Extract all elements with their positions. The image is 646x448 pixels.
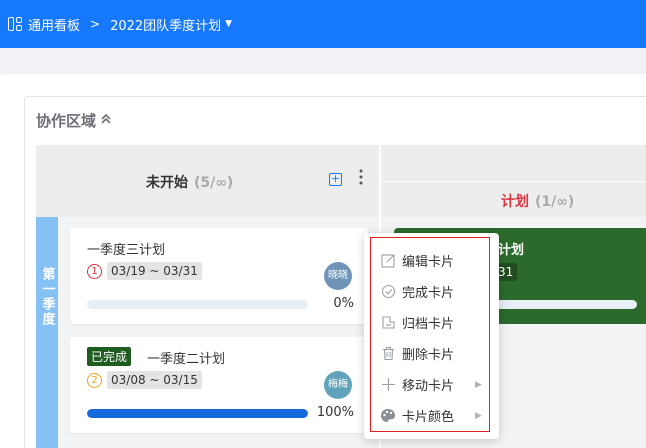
column-count: (1/∞) (535, 194, 575, 210)
breadcrumb-project[interactable]: 2022团队季度计划 (110, 15, 221, 34)
column-header-plan: 计划 (1/∞) (381, 182, 646, 217)
menu-item-archive[interactable]: 归档卡片 (364, 307, 499, 338)
area-title[interactable]: 协作区域 (36, 110, 112, 131)
progress-bar (494, 300, 637, 309)
move-icon (380, 377, 396, 393)
edit-icon (380, 253, 396, 269)
column-title: 未开始 (5/∞) (146, 172, 233, 192)
menu-item-label: 移动卡片 (402, 379, 455, 394)
progress-bar (87, 300, 308, 309)
menu-item-delete[interactable]: 删除卡片 (364, 338, 499, 369)
more-vertical-icon[interactable] (358, 169, 364, 185)
menu-item-move[interactable]: 移动卡片 ▶ (364, 369, 499, 400)
chevron-right-icon: ▶ (475, 379, 482, 390)
date-range: 03/19 ~ 03/31 (107, 262, 202, 280)
column-title-text: 未开始 (146, 175, 188, 191)
card-title: 一季度三计划 (87, 243, 166, 258)
priority-icon: 2 (87, 373, 102, 388)
breadcrumb-board[interactable]: 通用看板 (28, 15, 80, 34)
task-card[interactable]: 一季度三计划 1 03/19 ~ 03/31 晓晓 0% (70, 228, 368, 324)
menu-item-label: 删除卡片 (402, 348, 455, 363)
task-card[interactable]: 已完成 一季度二计划 2 03/08 ~ 03/15 梅梅 100% (70, 337, 368, 433)
breadcrumb-separator: > (90, 17, 101, 31)
progress-label: 0% (333, 296, 354, 311)
caret-down-icon[interactable]: ▼ (225, 19, 232, 29)
menu-item-label: 卡片颜色 (402, 410, 455, 425)
menu-item-label: 归档卡片 (402, 317, 455, 332)
priority-icon: 1 (87, 264, 102, 279)
area-title-text: 协作区域 (36, 112, 97, 130)
column-title-text: 计划 (501, 194, 529, 210)
column-title: 计划 (1/∞) (501, 191, 574, 211)
column-header-not-started: 未开始 (5/∞) + (36, 145, 379, 217)
progress-bar (87, 409, 308, 418)
menu-item-color[interactable]: 卡片颜色 ▶ (364, 400, 499, 431)
check-circle-icon (380, 284, 396, 300)
palette-icon (380, 408, 396, 424)
menu-item-complete[interactable]: 完成卡片 (364, 276, 499, 307)
column-group-header (381, 145, 646, 181)
card-context-menu: 编辑卡片 完成卡片 归档卡片 删除卡片 移动卡片 ▶ 卡片颜色 ▶ (364, 233, 499, 439)
column-count: (5/∞) (194, 175, 234, 191)
swimlane-label[interactable]: 第一季度 (36, 217, 58, 448)
chevron-right-icon: ▶ (475, 410, 482, 421)
chevron-up-icon[interactable] (100, 113, 112, 128)
menu-item-label: 完成卡片 (402, 286, 455, 301)
progress-fill (87, 409, 308, 418)
card-title: 一季度二计划 (147, 352, 226, 367)
top-bar: 通用看板 > 2022团队季度计划 ▼ (0, 0, 646, 48)
menu-item-edit[interactable]: 编辑卡片 (364, 245, 499, 276)
board-icon (8, 17, 22, 31)
menu-item-label: 编辑卡片 (402, 255, 455, 270)
card-title: 计划 (498, 243, 525, 258)
progress-label: 100% (316, 405, 354, 420)
trash-icon (380, 346, 396, 362)
avatar[interactable]: 梅梅 (324, 371, 352, 399)
date-range: 03/08 ~ 03/15 (107, 371, 202, 389)
avatar[interactable]: 晓晓 (324, 262, 352, 290)
status-badge: 已完成 (87, 347, 132, 366)
add-card-icon[interactable]: + (329, 173, 342, 186)
archive-icon (380, 315, 396, 331)
